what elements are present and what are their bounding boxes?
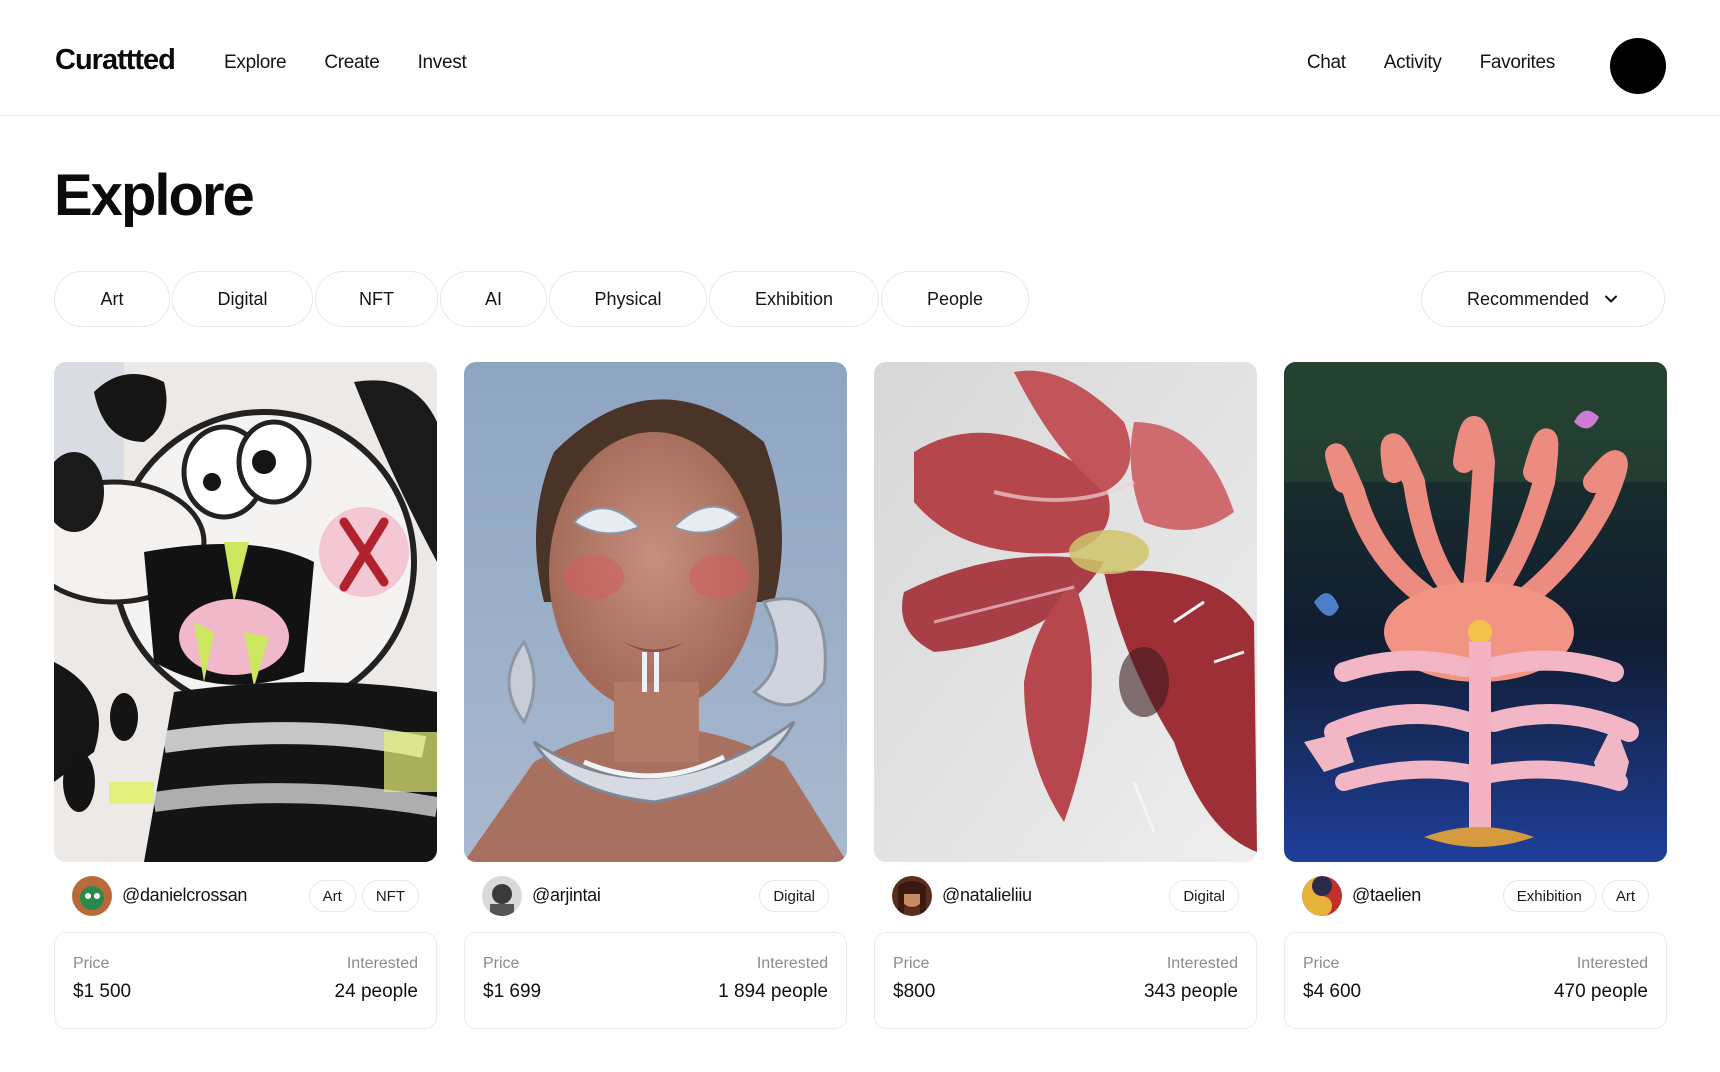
interested-label: Interested [1576,955,1648,972]
tag-chip[interactable]: Art [308,880,356,912]
tag-list: Digital [1169,880,1239,912]
sort-dropdown[interactable]: Recommended [1421,271,1665,327]
tag-list: Digital [759,880,829,912]
artwork-image[interactable] [874,362,1257,862]
interested-value: 24 people [334,981,418,1002]
tag-chip[interactable]: Exhibition [1502,880,1596,912]
artwork-card: @danielcrossan Art NFT Price $1 500 Inte… [54,362,437,1029]
price-value: $1 699 [483,981,542,1002]
price-label: Price [1303,955,1340,972]
artist-row: @natalieliiu Digital [874,862,1257,932]
interested-value: 1 894 people [718,981,828,1002]
logo[interactable]: Curattted [55,44,176,77]
price-value: $1 500 [73,981,132,1002]
price-label: Price [893,955,930,972]
stats-box: Price $800 Interested 343 people [874,932,1257,1029]
user-avatar[interactable] [892,876,932,916]
interested-label: Interested [346,955,418,972]
top-nav-bar: Curattted Explore Create Invest Chat Act… [0,0,1720,116]
tag-list: Exhibition Art [1502,880,1649,912]
price-label: Price [483,955,520,972]
tag-chip[interactable]: NFT [361,880,419,912]
interested-value: 470 people [1553,981,1648,1002]
stats-box: Price $1 699 Interested 1 894 people [464,932,847,1029]
artist-row: @danielcrossan Art NFT [54,862,437,932]
filter-people[interactable]: People [881,271,1029,327]
user-avatar[interactable] [72,876,112,916]
interested-value: 343 people [1143,981,1238,1002]
stats-box: Price $1 500 Interested 24 people [54,932,437,1029]
nav-favorites[interactable]: Favorites [1480,52,1556,74]
user-avatar[interactable] [1302,876,1342,916]
profile-avatar[interactable] [1610,38,1666,94]
artist-row: @arjintai Digital [464,862,847,932]
primary-nav: Explore Create Invest [224,52,467,74]
price-value: $4 600 [1303,981,1362,1002]
interested-label: Interested [756,955,828,972]
tag-list: Art NFT [308,880,419,912]
filter-physical[interactable]: Physical [549,271,707,327]
nav-chat[interactable]: Chat [1307,52,1346,74]
page-title: Explore [54,163,255,228]
nav-create[interactable]: Create [324,52,380,74]
interested-label: Interested [1166,955,1238,972]
username[interactable]: @arjintai [532,885,601,906]
filter-nft[interactable]: NFT [315,271,438,327]
price-value: $800 [893,981,936,1002]
sort-label: Recommended [1466,288,1590,309]
tag-chip[interactable]: Digital [1169,880,1239,912]
artwork-image[interactable] [54,362,437,862]
price-label: Price [73,955,110,972]
artwork-image[interactable] [1284,362,1667,862]
artwork-card: @arjintai Digital Price $1 699 Intereste… [464,362,847,1029]
tag-chip[interactable]: Art [1601,880,1649,912]
username[interactable]: @natalieliiu [942,885,1032,906]
artwork-card: @taelien Exhibition Art Price $4 600 Int… [1284,362,1667,1029]
username[interactable]: @danielcrossan [122,885,247,906]
filter-art[interactable]: Art [54,271,170,327]
nav-invest[interactable]: Invest [418,52,467,74]
artwork-card: @natalieliiu Digital Price $800 Interest… [874,362,1257,1029]
secondary-nav: Chat Activity Favorites [1307,52,1555,74]
stats-box: Price $4 600 Interested 470 people [1284,932,1667,1029]
nav-activity[interactable]: Activity [1384,52,1442,74]
user-avatar[interactable] [482,876,522,916]
chevron-down-icon [1605,295,1618,303]
nav-explore[interactable]: Explore [224,52,287,74]
artwork-image[interactable] [464,362,847,862]
username[interactable]: @taelien [1352,885,1421,906]
filter-chips: Art Digital NFT AI Physical Exhibition P… [54,271,1031,327]
tag-chip[interactable]: Digital [759,880,829,912]
filter-ai[interactable]: AI [440,271,547,327]
filter-exhibition[interactable]: Exhibition [709,271,879,327]
artist-row: @taelien Exhibition Art [1284,862,1667,932]
filter-digital[interactable]: Digital [172,271,313,327]
